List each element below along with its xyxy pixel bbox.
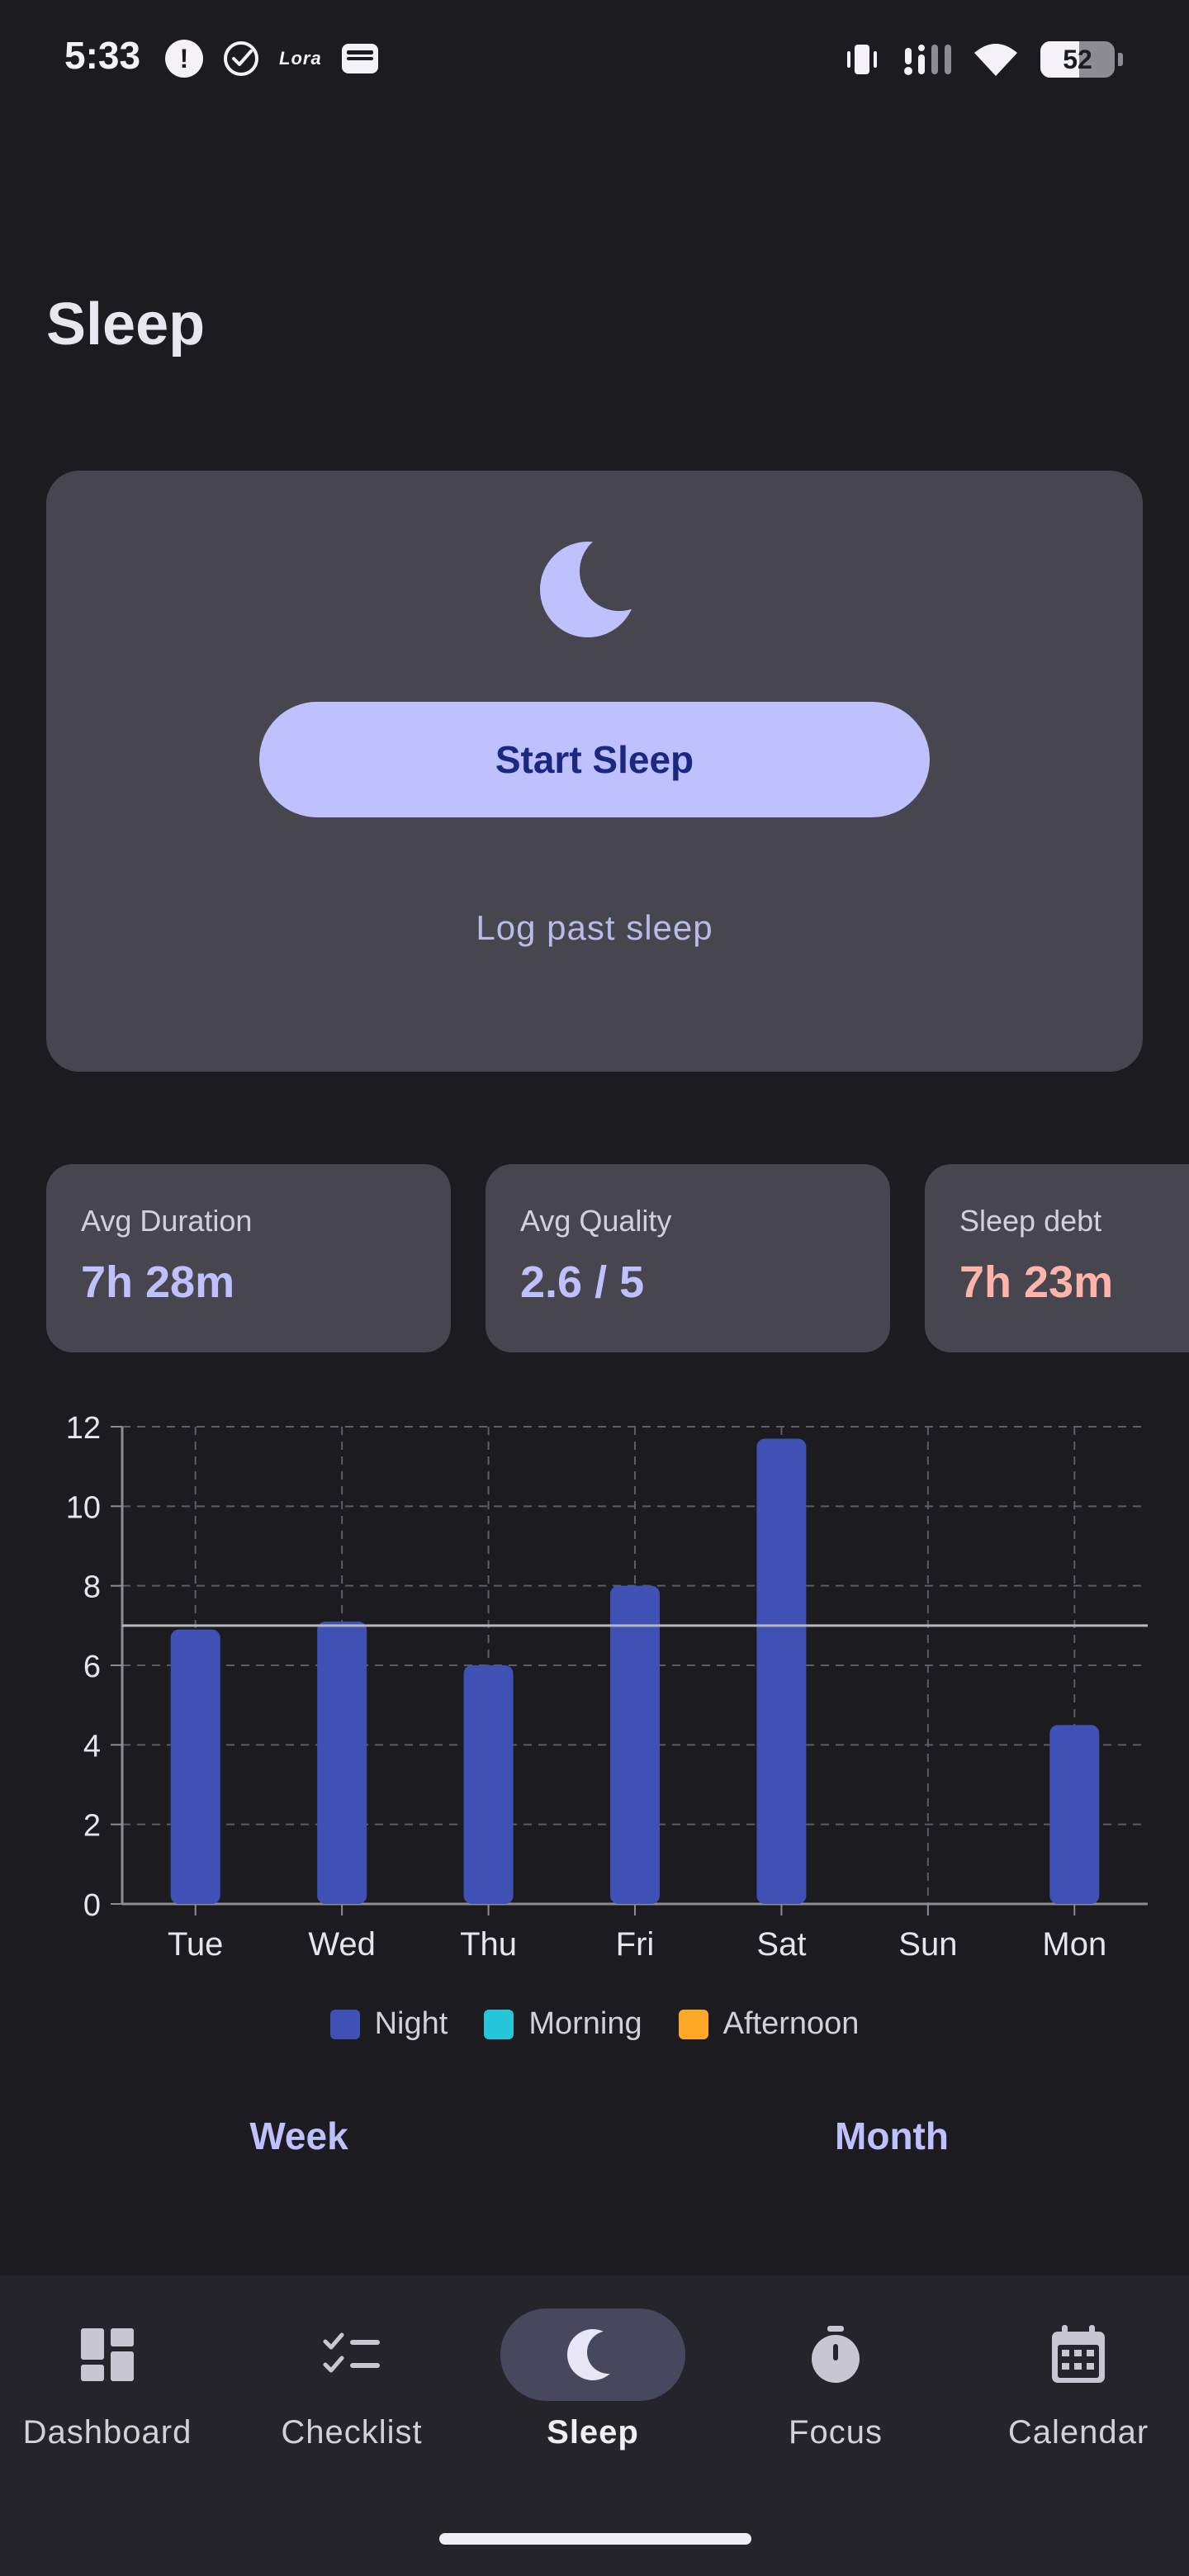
x-tick-label: Sat [756,1926,806,1963]
y-tick-label: 2 [83,1809,101,1844]
battery-level: 52 [1063,44,1092,74]
y-tick-label: 6 [83,1650,101,1684]
x-tick-label: Thu [460,1926,517,1963]
x-tick-label: Wed [308,1926,376,1963]
nav-icon-container [15,2308,200,2401]
y-tick-label: 4 [83,1729,101,1764]
legend-item-night: Night [329,2006,448,2042]
status-time: 5:33 [64,34,141,77]
status-left-icons: ! Lora [165,38,380,79]
nav-item-sleep[interactable]: Sleep [474,2308,712,2474]
legend-item-afternoon: Afternoon [678,2006,860,2042]
stat-label: Avg Quality [520,1204,672,1238]
legend-label: Afternoon [722,2006,860,2041]
log-past-sleep-link[interactable]: Log past sleep [46,908,1143,948]
stat-card-sleep-debt: Sleep debt 7h 23m [925,1164,1189,1352]
nav-label: Dashboard [22,2414,192,2451]
alert-icon: ! [165,40,203,78]
x-tick-label: Sun [898,1926,957,1963]
alert-glyph: ! [179,43,189,73]
stat-card-avg-duration: Avg Duration 7h 28m [46,1164,451,1352]
x-tick-label: Tue [168,1926,223,1963]
wallet-icon [341,44,378,73]
bar-night-tue [170,1629,220,1904]
legend-swatch-night [329,2009,360,2039]
stat-label: Avg Duration [81,1204,253,1238]
y-tick-label: 10 [66,1490,101,1525]
nav-icon-container [500,2308,685,2401]
nav-icon-container [743,2308,928,2401]
nav-item-calendar[interactable]: Calendar [959,2308,1189,2474]
legend-label: Morning [528,2006,642,2041]
checklist-icon [323,2332,380,2373]
legend-swatch-afternoon [678,2009,708,2039]
check-circle-icon [224,41,258,76]
bar-night-thu [463,1665,514,1904]
sleep-control-card: Start Sleep Log past sleep [46,471,1143,1072]
nav-item-checklist[interactable]: Checklist [233,2308,471,2474]
timer-icon [812,2326,860,2383]
legend-label: Night [374,2006,448,2041]
stat-label: Sleep debt [959,1204,1102,1238]
signal-icon [904,45,951,75]
legend-item-morning: Morning [484,2006,642,2042]
tab-week[interactable]: Week [134,2114,464,2158]
bar-night-mon [1049,1725,1100,1904]
bar-night-wed [317,1622,367,1904]
chart-legend: Night Morning Afternoon [0,2006,1189,2042]
stats-row: Avg Duration 7h 28m Avg Quality 2.6 / 5 … [46,1164,1189,1352]
x-tick-label: Mon [1042,1926,1106,1963]
legend-swatch-morning [484,2009,514,2039]
bar-night-fri [610,1585,660,1904]
battery-icon: 52 [1040,41,1123,78]
status-bar: 5:33 ! Lora 52 [0,0,1189,124]
page-title: Sleep [46,291,206,358]
nav-item-focus[interactable]: Focus [717,2308,955,2474]
bar-night-sat [756,1438,807,1904]
stat-value: 7h 23m [959,1257,1114,1307]
dashboard-icon [81,2328,134,2381]
moon-icon [540,535,647,642]
stat-card-avg-quality: Avg Quality 2.6 / 5 [486,1164,890,1352]
nav-icon-container [259,2308,444,2401]
stat-value: 7h 28m [81,1257,235,1307]
nav-label: Calendar [1007,2414,1149,2451]
nav-icon-container [986,2308,1171,2401]
tab-month[interactable]: Month [727,2114,1057,2158]
nav-label: Checklist [281,2414,423,2451]
y-tick-label: 0 [83,1888,101,1923]
sleep-bar-chart: 0 2 4 6 8 10 12 Tue Wed Thu Fri Sat Sun Mon [33,1404,1164,1982]
home-indicator[interactable] [439,2533,751,2545]
start-sleep-button[interactable]: Start Sleep [259,702,930,817]
calendar-icon [1052,2325,1105,2383]
status-right-icons: 52 [844,36,1123,83]
stat-value: 2.6 / 5 [520,1257,645,1307]
chart-svg: 0 2 4 6 8 10 12 Tue Wed Thu Fri Sat Sun Mon [66,1411,1148,1963]
moon-icon [567,2329,618,2380]
wifi-icon [974,44,1017,76]
vibrate-icon [847,45,877,74]
bottom-navigation: Dashboard Checklist Sleep Focus Calendar [0,2275,1189,2576]
lora-icon: Lora [279,48,322,69]
nav-label: Focus [789,2414,883,2451]
x-tick-label: Fri [616,1926,655,1963]
y-tick-label: 8 [83,1570,101,1605]
range-tabs: Week Month [0,2114,1189,2180]
nav-label: Sleep [547,2414,639,2451]
y-tick-label: 12 [66,1411,101,1446]
nav-item-dashboard[interactable]: Dashboard [0,2308,226,2474]
